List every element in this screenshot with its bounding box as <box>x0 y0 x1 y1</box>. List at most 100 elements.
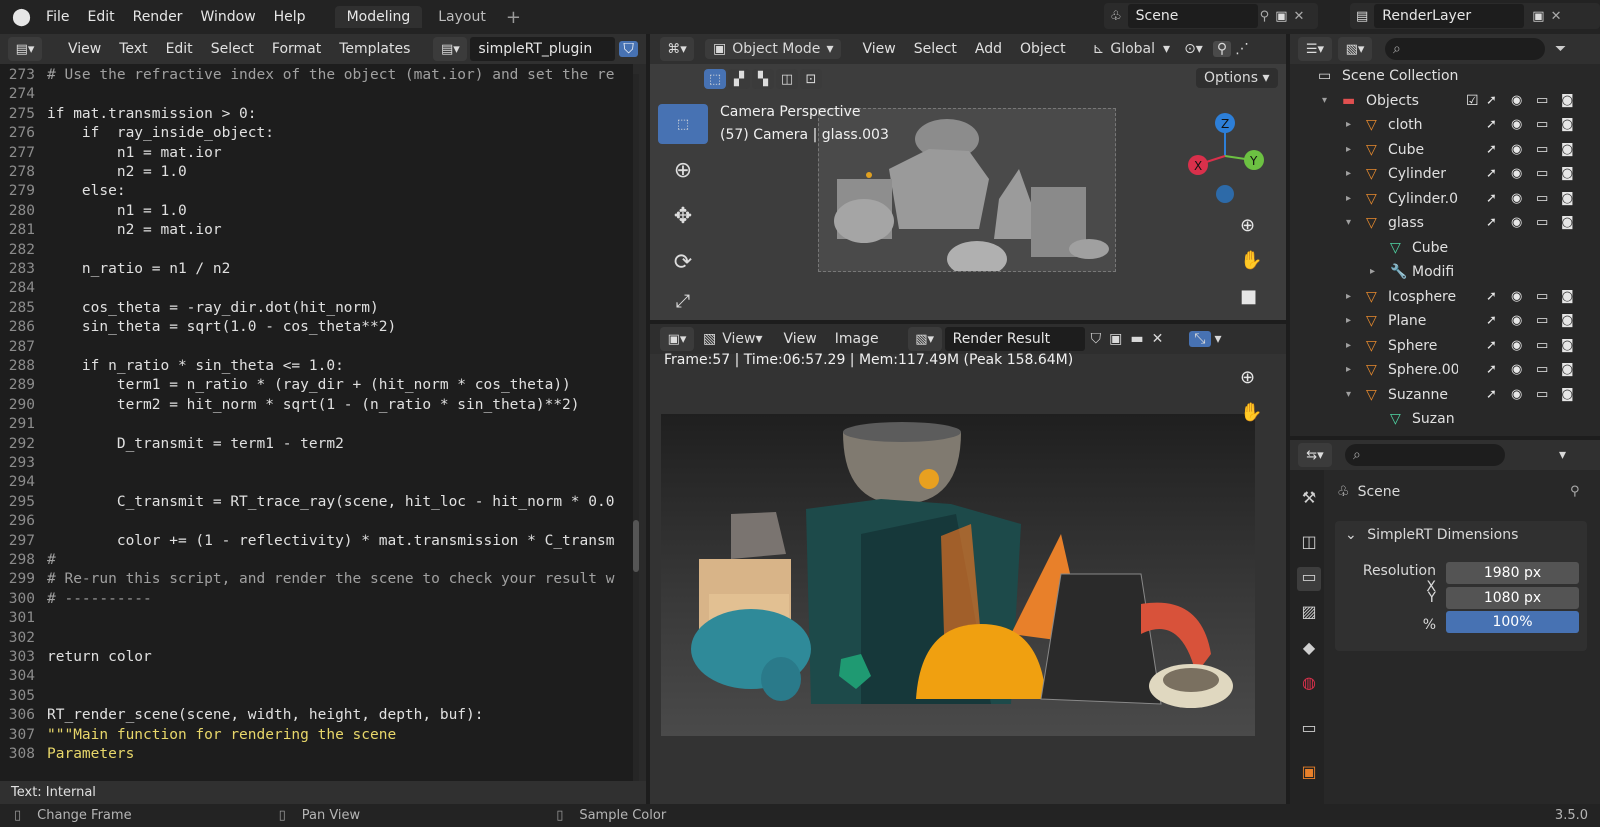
chevron-down-icon[interactable]: ▾ <box>1559 447 1566 463</box>
scene-tab-icon[interactable]: ◆ <box>1297 638 1321 662</box>
renderlayer-selector[interactable]: ▤ RenderLayer ▣ ✕ <box>1350 3 1600 29</box>
outliner-collection-objects[interactable]: ▾ ▬ Objects ☑ ➚ ◉ ▭ ◙ <box>1290 89 1590 114</box>
code-line[interactable]: 291 <box>0 415 633 434</box>
code-area[interactable]: 273 # Use the refractive index of the obj… <box>0 64 633 792</box>
selectable-icon[interactable]: ➚ <box>1486 211 1497 236</box>
visibility-eye-icon[interactable]: ◉ <box>1511 162 1522 187</box>
text-menu-edit[interactable]: Edit <box>157 41 202 57</box>
code-line[interactable]: 301 <box>0 609 633 628</box>
render-camera-icon[interactable]: ◙ <box>1561 138 1574 163</box>
navigation-gizmo[interactable]: Z Y X <box>1180 110 1270 210</box>
chevron-right-icon[interactable]: ▸ <box>1346 285 1351 310</box>
image-view-selector[interactable]: ▧ View ▾ <box>703 331 763 347</box>
resolution-y-field[interactable]: 1080 px <box>1446 587 1579 609</box>
copy-scene-icon[interactable]: ▣ <box>1275 9 1287 24</box>
code-line[interactable]: 280 n1 = 1.0 <box>0 202 633 221</box>
viewport-monitor-icon[interactable]: ▭ <box>1536 285 1548 310</box>
code-line[interactable]: 303 return color <box>0 648 633 667</box>
code-line[interactable]: 293 <box>0 454 633 473</box>
select-new-icon[interactable]: ⬚ <box>704 69 726 89</box>
outliner-item[interactable]: ▽ Suzan <box>1290 407 1590 432</box>
outliner-item[interactable]: ▸ ▽ Cube ➚ ◉ ▭ ◙ <box>1290 138 1590 163</box>
fake-user-icon[interactable]: ⛉ <box>1091 331 1102 347</box>
outliner-scene-collection[interactable]: ▭ Scene Collection <box>1290 64 1590 89</box>
outliner-item[interactable]: ▾ ▽ Suzanne ➚ ◉ ▭ ◙ <box>1290 383 1590 408</box>
selectable-icon[interactable]: ➚ <box>1486 138 1497 163</box>
chevron-down-icon[interactable]: ▾ <box>1346 383 1351 408</box>
chevron-down-icon[interactable]: ▾ <box>1346 211 1351 236</box>
chevron-right-icon[interactable]: ▸ <box>1346 309 1351 334</box>
selectable-icon[interactable]: ➚ <box>1486 187 1497 212</box>
chevron-right-icon[interactable]: ▸ <box>1346 334 1351 359</box>
viewport-monitor-icon[interactable]: ▭ <box>1536 187 1548 212</box>
3d-viewport[interactable]: ⌘▾ ▣ Object Mode ▾ View Select Add Objec… <box>650 34 1286 320</box>
code-line[interactable]: 302 <box>0 629 633 648</box>
menu-render[interactable]: Render <box>124 0 192 34</box>
select-box-tool-icon[interactable]: ⬚ <box>658 104 708 144</box>
code-line[interactable]: 296 <box>0 512 633 531</box>
chevron-right-icon[interactable]: ▸ <box>1346 187 1351 212</box>
select-intersect-icon[interactable]: ⊡ <box>800 69 822 89</box>
code-line[interactable]: 284 <box>0 279 633 298</box>
zoom-icon[interactable]: ⊕ <box>1240 215 1255 236</box>
include-checkbox[interactable]: ☑ <box>1466 89 1479 114</box>
gizmo-toggle-icon[interactable]: ⤡ <box>1189 331 1211 347</box>
code-line[interactable]: 290 term2 = hit_norm * sqrt(1 - (n_ratio… <box>0 396 633 415</box>
text-menu-text[interactable]: Text <box>110 41 156 57</box>
viewport-menu-object[interactable]: Object <box>1011 41 1075 57</box>
render-camera-icon[interactable]: ◙ <box>1561 89 1574 114</box>
viewport-monitor-icon[interactable]: ▭ <box>1536 211 1548 236</box>
chevron-down-icon[interactable]: ▾ <box>1215 331 1222 347</box>
chevron-down-icon[interactable]: ▾ <box>1322 89 1327 114</box>
selectable-icon[interactable]: ➚ <box>1486 89 1497 114</box>
visibility-eye-icon[interactable]: ◉ <box>1511 383 1522 408</box>
render-camera-icon[interactable]: ◙ <box>1561 285 1574 310</box>
visibility-eye-icon[interactable]: ◉ <box>1511 187 1522 212</box>
visibility-eye-icon[interactable]: ◉ <box>1511 358 1522 383</box>
render-result-image[interactable] <box>661 414 1255 736</box>
outliner-item[interactable]: ▸ ▽ Icosphere ➚ ◉ ▭ ◙ <box>1290 285 1590 310</box>
chevron-right-icon[interactable]: ▸ <box>1346 138 1351 163</box>
text-menu-format[interactable]: Format <box>263 41 330 57</box>
image-pan-icon[interactable]: ✋ <box>1240 402 1262 423</box>
code-line[interactable]: 306 RT_render_scene(scene, width, height,… <box>0 706 633 725</box>
output-tab-icon[interactable]: ▭ <box>1297 567 1321 591</box>
properties-search-field[interactable]: ⌕ <box>1345 444 1505 466</box>
visibility-eye-icon[interactable]: ◉ <box>1511 309 1522 334</box>
panel-header[interactable]: ⌄ SimpleRT Dimensions <box>1335 521 1587 549</box>
blender-logo-icon[interactable]: ⬤ <box>12 7 31 27</box>
code-line[interactable]: 279 else: <box>0 182 633 201</box>
chevron-right-icon[interactable]: ▸ <box>1370 260 1375 285</box>
viewport-menu-view[interactable]: View <box>853 41 904 57</box>
viewport-monitor-icon[interactable]: ▭ <box>1536 309 1548 334</box>
viewport-monitor-icon[interactable]: ▭ <box>1536 334 1548 359</box>
menu-edit[interactable]: Edit <box>78 0 123 34</box>
pin-icon[interactable]: ⚲ <box>1570 484 1580 499</box>
visibility-eye-icon[interactable]: ◉ <box>1511 138 1522 163</box>
selectable-icon[interactable]: ➚ <box>1486 383 1497 408</box>
code-line[interactable]: 297 color += (1 - reflectivity) * mat.tr… <box>0 532 633 551</box>
scale-tool-icon[interactable]: ⤢ <box>658 286 708 316</box>
outliner-item[interactable]: ▾ ▽ glass ➚ ◉ ▭ ◙ <box>1290 211 1590 236</box>
display-mode-icon[interactable]: ▧▾ <box>1338 37 1372 61</box>
code-line[interactable]: 287 <box>0 338 633 357</box>
duplicate-image-icon[interactable]: ▣ <box>1109 331 1122 347</box>
scrollbar-thumb[interactable] <box>633 520 639 572</box>
filter-icon[interactable]: ⏷ <box>1555 41 1566 57</box>
image-editor-type-icon[interactable]: ▣▾ <box>660 327 694 351</box>
text-datablock-icon[interactable]: ▤▾ <box>433 37 468 61</box>
text-filename-field[interactable]: simpleRT_plugin <box>470 37 616 61</box>
viewport-menu-select[interactable]: Select <box>905 41 966 57</box>
code-line[interactable]: 294 <box>0 473 633 492</box>
view-layer-tab-icon[interactable]: ▨ <box>1297 602 1321 626</box>
object-tab-icon[interactable]: ▣ <box>1297 762 1321 786</box>
render-camera-icon[interactable]: ◙ <box>1561 383 1574 408</box>
image-menu-image[interactable]: Image <box>826 331 888 347</box>
render-camera-icon[interactable]: ◙ <box>1561 309 1574 334</box>
visibility-eye-icon[interactable]: ◉ <box>1511 285 1522 310</box>
code-line[interactable]: 276 if ray_inside_object: <box>0 124 633 143</box>
hand-pan-icon[interactable]: ✋ <box>1240 250 1262 271</box>
pivot-icon[interactable]: ⊙▾ <box>1184 41 1203 57</box>
chevron-right-icon[interactable]: ▸ <box>1346 162 1351 187</box>
viewport-monitor-icon[interactable]: ▭ <box>1536 162 1548 187</box>
